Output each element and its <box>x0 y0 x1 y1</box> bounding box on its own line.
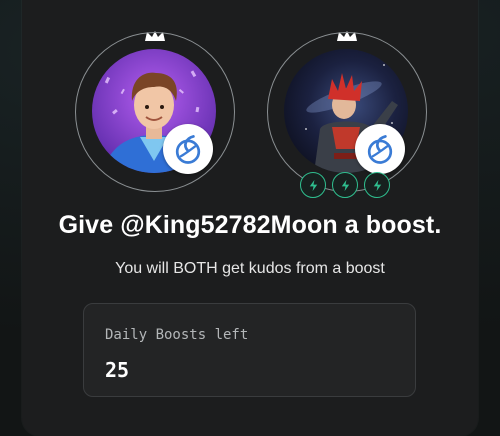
daily-boosts-label: Daily Boosts left <box>105 327 249 343</box>
app-logo-icon <box>175 135 201 164</box>
boost-title: Give @King52782Moon a boost. <box>58 211 442 239</box>
boost-bolts <box>300 172 396 200</box>
lightning-bolt-icon <box>364 172 390 198</box>
daily-boosts-value: 25 <box>105 358 130 382</box>
my-avatar <box>75 31 235 192</box>
lightning-bolt-icon <box>332 172 358 198</box>
app-logo-icon <box>367 135 393 164</box>
app-logo-badge <box>163 124 213 174</box>
daily-boosts-box: Daily Boosts left 25 <box>83 303 416 397</box>
boost-subtitle: You will BOTH get kudos from a boost <box>115 260 385 277</box>
target-user-avatar <box>267 31 427 192</box>
app-logo-badge <box>355 124 405 174</box>
lightning-bolt-icon <box>300 172 326 198</box>
